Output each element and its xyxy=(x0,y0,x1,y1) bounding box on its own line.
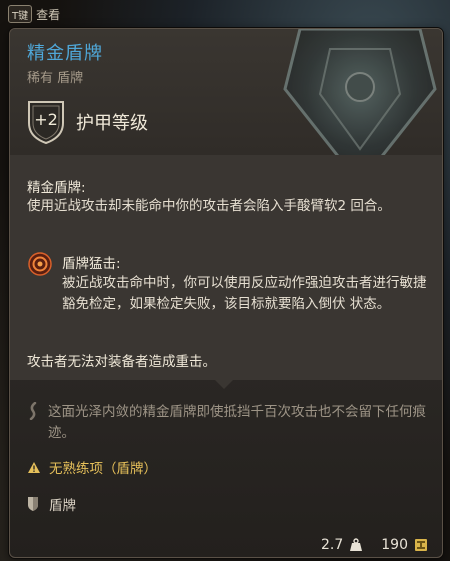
armor-class-value: +2 xyxy=(34,110,58,129)
item-tooltip: 精金盾牌 稀有 盾牌 +2 护甲等级 精金盾牌: 使用近战攻击却未能命中你的攻击… xyxy=(9,28,443,558)
weight-icon xyxy=(350,538,363,551)
sub-ability-description: 被近战攻击命中时，你可以使用反应动作强迫攻击者进行敏捷豁免检定，如果检定失败，该… xyxy=(62,275,427,312)
armor-class-label: 护甲等级 xyxy=(76,113,148,134)
item-type-label: 盾牌 xyxy=(49,498,76,514)
flavor-text: 这面光泽内敛的精金盾牌即使抵挡千百次攻击也不会留下任何痕迹。 xyxy=(48,404,426,441)
key-badge: T键 xyxy=(8,5,33,23)
shield-type-icon xyxy=(28,497,38,511)
weight-value: 2.7 xyxy=(321,537,344,553)
gold-coin-icon xyxy=(415,539,427,551)
warning-icon xyxy=(28,461,40,473)
inspect-label: 查看 xyxy=(36,7,61,22)
item-stats: 2.7 190 xyxy=(321,537,428,553)
price-value: 190 xyxy=(381,537,408,553)
tooltip-footer: 这面光泽内敛的精金盾牌即使抵挡千百次攻击也不会留下任何痕迹。 无熟练项（盾牌） … xyxy=(10,380,442,557)
ability-section: 精金盾牌: 使用近战攻击却未能命中你的攻击者会陷入手酸臂软2 回合。 盾牌猛击:… xyxy=(10,155,442,380)
sub-ability-title: 盾牌猛击: xyxy=(62,256,121,272)
quote-icon xyxy=(29,402,37,420)
item-rarity-type: 稀有 盾牌 xyxy=(27,71,84,86)
armor-class-row: +2 护甲等级 xyxy=(26,99,148,145)
item-name: 精金盾牌 xyxy=(27,43,103,64)
armor-class-shield-icon: +2 xyxy=(26,99,66,145)
inspect-hint[interactable]: T键 查看 xyxy=(8,5,60,23)
ability-description: 使用近战攻击却未能命中你的攻击者会陷入手酸臂软2 回合。 xyxy=(27,198,391,214)
proficiency-warning-text: 无熟练项（盾牌） xyxy=(49,461,157,477)
ability-title: 精金盾牌: xyxy=(27,180,86,196)
proficiency-warning: 无熟练项（盾牌） xyxy=(27,457,157,477)
shield-bash-icon[interactable] xyxy=(28,252,52,276)
critical-immunity-note: 攻击者无法对装备者造成重击。 xyxy=(27,354,216,370)
tooltip-header: 精金盾牌 稀有 盾牌 +2 护甲等级 xyxy=(10,29,442,187)
item-type-row: 盾牌 xyxy=(27,494,76,514)
